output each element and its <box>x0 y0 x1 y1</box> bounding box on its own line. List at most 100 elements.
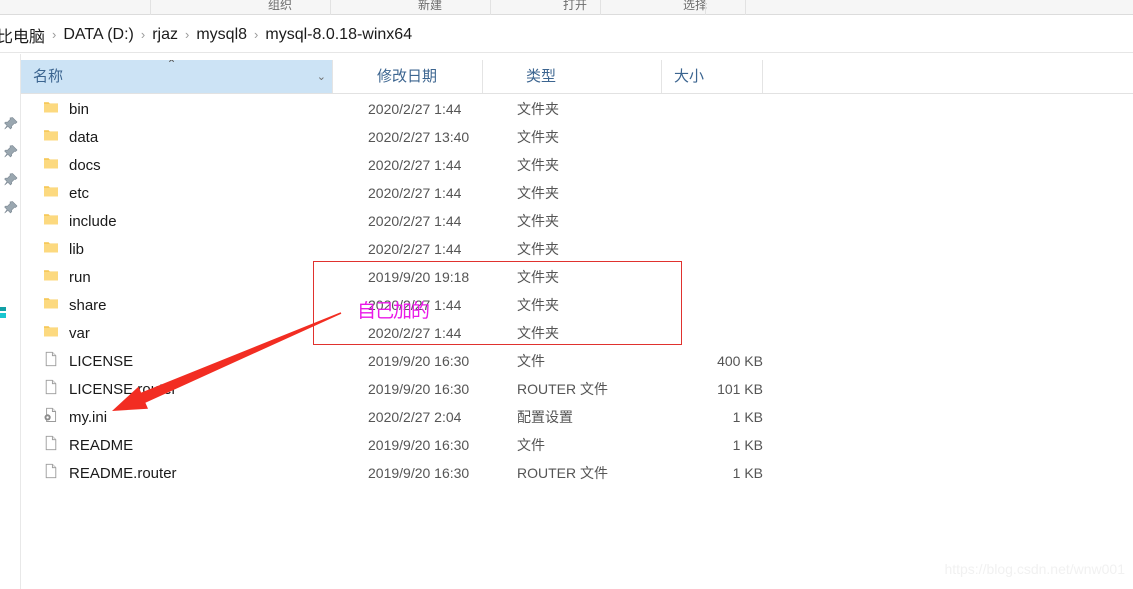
file-name-cell[interactable]: run <box>43 263 91 291</box>
file-row[interactable]: lib2020/2/27 1:44文件夹 <box>21 235 1133 263</box>
file-list[interactable]: bin2020/2/27 1:44文件夹data2020/2/27 13:40文… <box>21 95 1133 589</box>
folder-icon <box>43 183 59 203</box>
file-name-label: README <box>69 437 133 454</box>
address-bar[interactable]: 比电脑›DATA (D:)›rjaz›mysql8›mysql-8.0.18-w… <box>0 16 1133 53</box>
file-row[interactable]: run2019/9/20 19:18文件夹 <box>21 263 1133 291</box>
breadcrumb-item-2[interactable]: rjaz <box>147 24 183 46</box>
file-type-cell: 文件 <box>517 431 545 459</box>
file-size-cell: 400 KB <box>641 347 763 375</box>
file-row[interactable]: LICENSE.router2019/9/20 16:30ROUTER 文件10… <box>21 375 1133 403</box>
file-row[interactable]: include2020/2/27 1:44文件夹 <box>21 207 1133 235</box>
file-type-cell: ROUTER 文件 <box>517 459 608 487</box>
file-name-cell[interactable]: data <box>43 123 98 151</box>
file-row[interactable]: README2019/9/20 16:30文件1 KB <box>21 431 1133 459</box>
file-name-cell[interactable]: docs <box>43 151 101 179</box>
ribbon-divider-3 <box>600 0 601 15</box>
folder-icon <box>43 127 59 147</box>
file-type-cell: 文件夹 <box>517 95 559 123</box>
file-name-label: my.ini <box>69 409 107 426</box>
file-name-cell[interactable]: LICENSE.router <box>43 375 177 403</box>
navigation-pane[interactable] <box>0 54 21 589</box>
file-icon <box>43 379 59 399</box>
file-date-cell: 2019/9/20 16:30 <box>368 459 469 487</box>
folder-icon <box>43 99 59 119</box>
file-type-cell: ROUTER 文件 <box>517 375 608 403</box>
pin-icon[interactable] <box>3 144 19 160</box>
file-name-cell[interactable]: bin <box>43 95 89 123</box>
breadcrumb-item-4[interactable]: mysql-8.0.18-winx64 <box>260 24 417 46</box>
file-row[interactable]: docs2020/2/27 1:44文件夹 <box>21 151 1133 179</box>
file-size-cell <box>641 263 763 291</box>
file-name-cell[interactable]: var <box>43 319 90 347</box>
file-size-cell <box>641 291 763 319</box>
breadcrumb-separator: › <box>183 27 191 42</box>
column-header-label: 大小 <box>674 68 704 85</box>
folder-icon <box>43 267 59 287</box>
breadcrumb-item-1[interactable]: DATA (D:) <box>58 24 139 46</box>
file-date-cell: 2019/9/20 16:30 <box>368 347 469 375</box>
file-row[interactable]: var2020/2/27 1:44文件夹 <box>21 319 1133 347</box>
file-date-cell: 2020/2/27 2:04 <box>368 403 461 431</box>
file-row[interactable]: LICENSE2019/9/20 16:30文件400 KB <box>21 347 1133 375</box>
ribbon-divider-5 <box>745 0 746 15</box>
file-name-label: var <box>69 325 90 342</box>
ribbon-divider-1 <box>330 0 331 15</box>
column-header-name[interactable]: 名称⌃⌄ <box>21 60 333 93</box>
file-icon <box>43 351 59 371</box>
file-type-cell: 文件夹 <box>517 263 559 291</box>
pin-icon[interactable] <box>3 116 19 132</box>
folder-icon <box>43 211 59 231</box>
ribbon-divider-0 <box>150 0 151 15</box>
column-header-type[interactable]: 类型 <box>514 60 662 93</box>
file-name-cell[interactable]: README <box>43 431 133 459</box>
column-header-date[interactable]: 修改日期 <box>365 60 483 93</box>
file-row[interactable]: bin2020/2/27 1:44文件夹 <box>21 95 1133 123</box>
column-header-size[interactable]: 大小 <box>662 60 763 93</box>
file-name-cell[interactable]: etc <box>43 179 89 207</box>
breadcrumb[interactable]: 比电脑›DATA (D:)›rjaz›mysql8›mysql-8.0.18-w… <box>0 16 417 53</box>
ribbon-bar: 组织 新建 打开选择 <box>0 0 1133 15</box>
ribbon-group-2[interactable]: 打开 <box>520 0 630 15</box>
file-name-cell[interactable]: include <box>43 207 117 235</box>
ribbon-group-1[interactable]: 新建 <box>375 0 485 15</box>
file-size-cell <box>641 95 763 123</box>
file-size-cell <box>641 319 763 347</box>
file-date-cell: 2020/2/27 1:44 <box>368 235 461 263</box>
file-name-label: lib <box>69 241 84 258</box>
file-name-cell[interactable]: README.router <box>43 459 177 487</box>
pin-icon[interactable] <box>3 200 19 216</box>
column-header-label: 修改日期 <box>377 68 437 85</box>
column-header-row[interactable]: 名称⌃⌄ 修改日期 类型大小 <box>21 60 1133 94</box>
file-name-label: docs <box>69 157 101 174</box>
pin-icon[interactable] <box>3 172 19 188</box>
file-date-cell: 2019/9/20 16:30 <box>368 375 469 403</box>
ribbon-group-0[interactable]: 组织 <box>225 0 335 15</box>
file-date-cell: 2020/2/27 1:44 <box>368 207 461 235</box>
file-name-cell[interactable]: LICENSE <box>43 347 133 375</box>
file-row[interactable]: my.ini2020/2/27 2:04配置设置1 KB <box>21 403 1133 431</box>
file-name-label: run <box>69 269 91 286</box>
file-date-cell: 2020/2/27 13:40 <box>368 123 469 151</box>
breadcrumb-separator: › <box>50 27 58 42</box>
file-name-cell[interactable]: lib <box>43 235 84 263</box>
file-row[interactable]: README.router2019/9/20 16:30ROUTER 文件1 K… <box>21 459 1133 487</box>
file-name-label: etc <box>69 185 89 202</box>
file-type-cell: 文件夹 <box>517 319 559 347</box>
file-name-cell[interactable]: my.ini <box>43 403 107 431</box>
ribbon-divider-4 <box>705 0 706 15</box>
breadcrumb-item-3[interactable]: mysql8 <box>191 24 252 46</box>
file-name-label: include <box>69 213 117 230</box>
file-row[interactable]: data 2020/2/27 13:40 文件夹 <box>21 123 1133 151</box>
file-name-label: LICENSE.router <box>69 381 177 398</box>
file-row[interactable]: etc2020/2/27 1:44文件夹 <box>21 179 1133 207</box>
config-icon <box>43 407 59 427</box>
file-size-cell: 1 KB <box>641 431 763 459</box>
file-row[interactable]: share2020/2/27 1:44文件夹 <box>21 291 1133 319</box>
chevron-down-icon[interactable]: ⌄ <box>317 60 326 93</box>
file-type-cell: 文件夹 <box>517 123 559 151</box>
breadcrumb-item-0[interactable]: 比电脑 <box>0 21 50 49</box>
file-type-cell: 文件夹 <box>517 291 559 319</box>
ribbon-group-3[interactable]: 选择 <box>640 0 750 15</box>
file-name-label: README.router <box>69 465 177 482</box>
file-name-cell[interactable]: share <box>43 291 107 319</box>
